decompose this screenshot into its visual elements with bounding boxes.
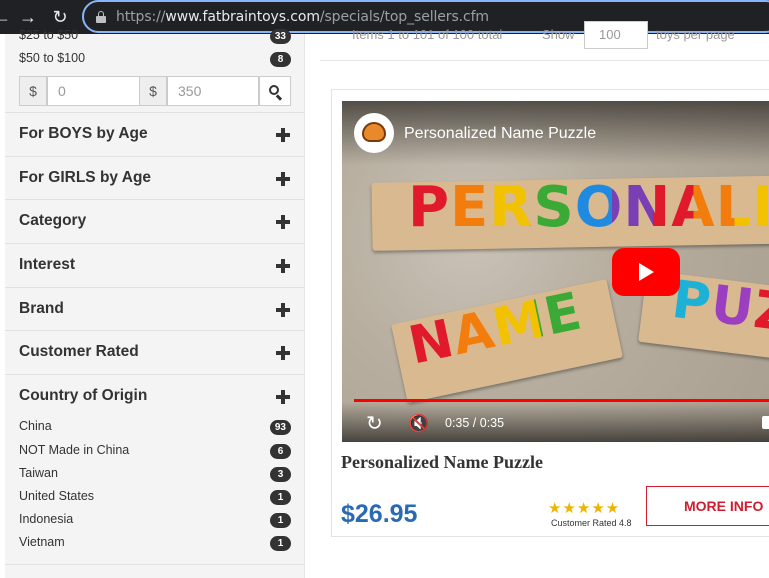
items-count-text: Items 1 to 101 of 100 total bbox=[352, 27, 503, 42]
price-range-label: $25 to $50 bbox=[19, 28, 79, 42]
back-arrow-icon[interactable]: ← bbox=[0, 5, 14, 29]
origin-label: Vietnam bbox=[19, 535, 65, 549]
filter-label: Brand bbox=[19, 300, 64, 317]
min-currency-prefix: $ bbox=[19, 76, 47, 106]
puzzle-word-personalize: PERSONALIZ bbox=[408, 175, 769, 240]
plus-icon[interactable] bbox=[276, 390, 290, 404]
origin-label: NOT Made in China bbox=[19, 443, 130, 457]
filter-girls-by-age[interactable]: For GIRLS by Age bbox=[5, 156, 305, 200]
origin-item-taiwan[interactable]: Taiwan 3 bbox=[19, 466, 291, 484]
filter-label: For GIRLS by Age bbox=[19, 169, 152, 186]
sidebar-divider bbox=[5, 564, 305, 565]
captions-icon[interactable] bbox=[762, 416, 769, 429]
replay-icon[interactable]: ↻ bbox=[366, 414, 383, 434]
origin-item-united-states[interactable]: United States 1 bbox=[19, 489, 291, 507]
origin-item-indonesia[interactable]: Indonesia 1 bbox=[19, 512, 291, 530]
star-rating-icon: ★★★★★ bbox=[548, 500, 621, 517]
video-time: 0:35 / 0:35 bbox=[445, 416, 505, 430]
muted-speaker-icon[interactable]: 🔇 bbox=[408, 414, 429, 434]
toolbar-divider bbox=[320, 60, 769, 61]
filter-country-of-origin[interactable]: Country of Origin bbox=[5, 374, 305, 418]
plus-icon[interactable] bbox=[276, 172, 290, 186]
max-price-input[interactable]: 350 bbox=[167, 76, 259, 106]
count-badge: 93 bbox=[269, 420, 291, 435]
count-badge: 1 bbox=[270, 536, 291, 551]
show-label: Show bbox=[542, 27, 575, 42]
reload-icon[interactable]: ↻ bbox=[48, 5, 72, 29]
count-badge: 8 bbox=[270, 52, 291, 67]
filter-customer-rated[interactable]: Customer Rated bbox=[5, 330, 305, 374]
forward-arrow-icon[interactable]: → bbox=[16, 5, 40, 29]
product-price: $26.95 bbox=[341, 500, 418, 528]
price-range-label: $50 to $100 bbox=[19, 51, 86, 65]
plus-icon[interactable] bbox=[276, 215, 290, 229]
plus-icon[interactable] bbox=[276, 303, 290, 317]
per-page-label: toys per page bbox=[656, 27, 735, 42]
filter-label: Customer Rated bbox=[19, 343, 139, 360]
max-currency-prefix: $ bbox=[139, 76, 167, 106]
video-controls: ↻ 🔇 0:35 / 0:35 bbox=[342, 402, 769, 442]
play-button[interactable] bbox=[612, 248, 680, 296]
per-page-select[interactable]: 100 bbox=[584, 21, 648, 49]
play-icon bbox=[639, 263, 654, 281]
filter-interest[interactable]: Interest bbox=[5, 243, 305, 287]
count-badge: 33 bbox=[269, 29, 291, 44]
customer-rating-text: Customer Rated 4.8 bbox=[551, 518, 632, 528]
origin-label: Indonesia bbox=[19, 512, 74, 526]
product-name[interactable]: Personalized Name Puzzle bbox=[341, 452, 543, 473]
more-info-button[interactable]: MORE INFO bbox=[646, 486, 769, 526]
origin-item-china[interactable]: China 93 bbox=[19, 419, 291, 437]
channel-avatar[interactable] bbox=[354, 113, 394, 153]
plus-icon[interactable] bbox=[276, 128, 290, 142]
filter-category[interactable]: Category bbox=[5, 199, 305, 243]
video-title[interactable]: Personalized Name Puzzle bbox=[404, 125, 596, 143]
filter-label: Country of Origin bbox=[19, 387, 148, 404]
count-badge: 1 bbox=[270, 490, 291, 505]
plus-icon[interactable] bbox=[276, 259, 290, 273]
brain-logo-icon bbox=[362, 122, 386, 142]
count-badge: 6 bbox=[270, 444, 291, 459]
filter-label: For BOYS by Age bbox=[19, 125, 148, 142]
filter-boys-by-age[interactable]: For BOYS by Age bbox=[5, 112, 305, 156]
origin-label: China bbox=[19, 419, 52, 433]
origin-label: Taiwan bbox=[19, 466, 58, 480]
count-badge: 3 bbox=[270, 467, 291, 482]
plus-icon[interactable] bbox=[276, 346, 290, 360]
url-text[interactable]: https://www.fatbraintoys.com/specials/to… bbox=[116, 9, 489, 25]
lock-icon[interactable] bbox=[96, 11, 106, 23]
filter-brand[interactable]: Brand bbox=[5, 287, 305, 331]
price-range-50-100[interactable]: $50 to $100 8 bbox=[19, 51, 291, 69]
count-badge: 1 bbox=[270, 513, 291, 528]
origin-item-vietnam[interactable]: Vietnam 1 bbox=[19, 535, 291, 553]
filter-label: Category bbox=[19, 212, 87, 229]
filter-label: Interest bbox=[19, 256, 75, 273]
price-search-button[interactable] bbox=[259, 76, 291, 106]
filter-sidebar: $25 to $50 33 $50 to $100 8 $ 0 $ 350 Fo… bbox=[5, 28, 305, 578]
origin-item-not-made-in-china[interactable]: NOT Made in China 6 bbox=[19, 443, 291, 461]
origin-label: United States bbox=[19, 489, 95, 503]
price-range-25-50[interactable]: $25 to $50 33 bbox=[19, 28, 291, 46]
product-video[interactable]: PERSONALIZ NAME PUZ Personalized Name Pu… bbox=[342, 101, 769, 442]
price-filter: $ 0 $ 350 bbox=[19, 76, 291, 106]
